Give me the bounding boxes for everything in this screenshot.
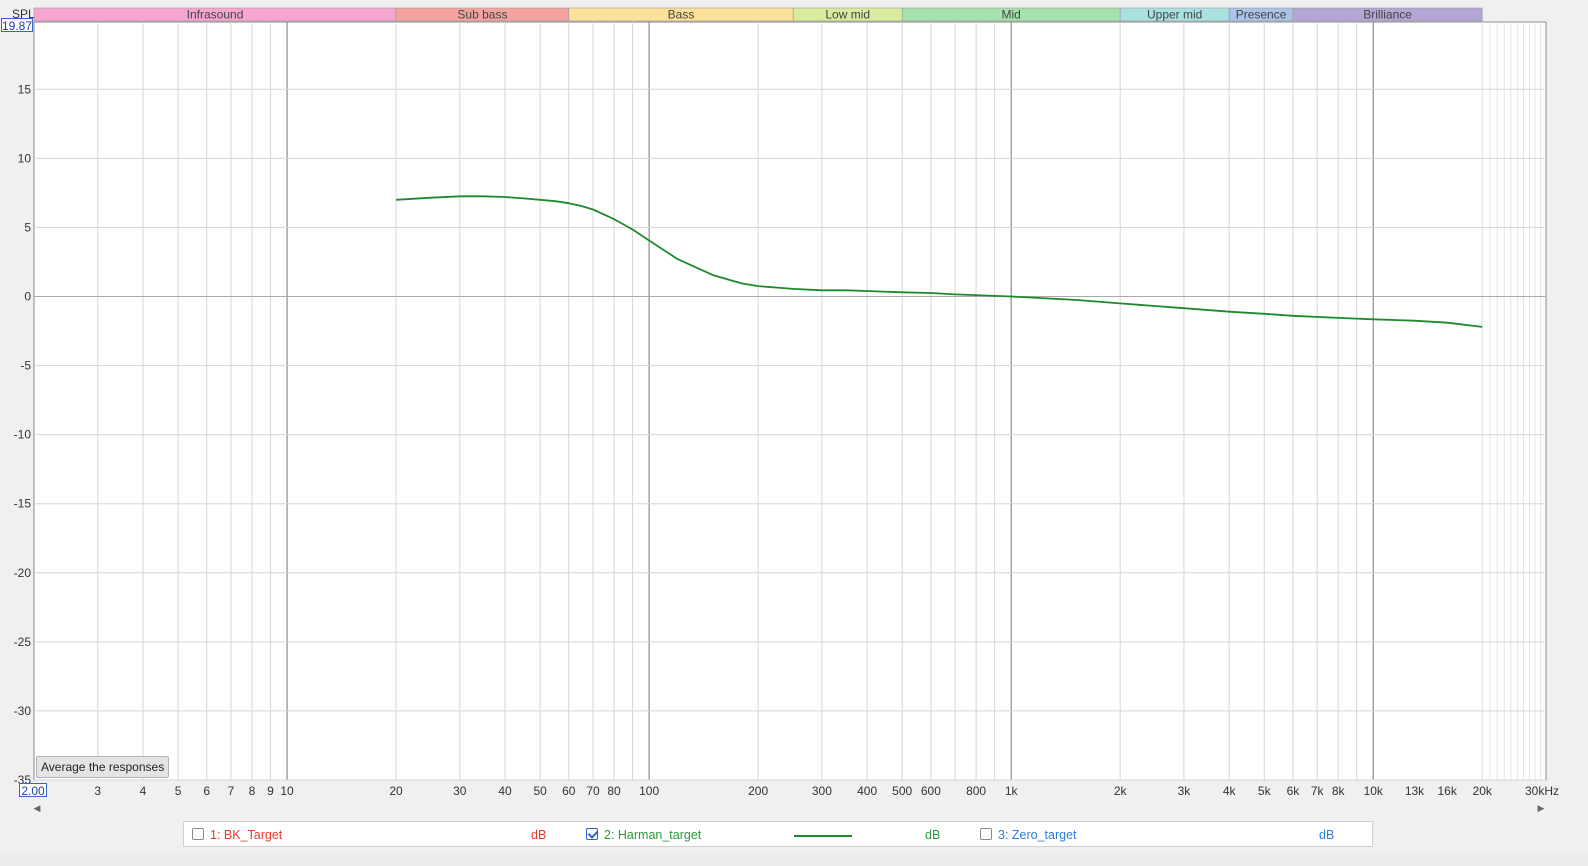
x-tick-label: 60	[562, 784, 576, 798]
x-tick-label: 80	[607, 784, 621, 798]
x-tick-label: 1k	[1005, 784, 1019, 798]
band-label: Bass	[668, 8, 695, 22]
band-presence: Presence	[1228, 8, 1294, 22]
y-tick-label: -5	[20, 359, 31, 373]
x-tick-label: 20	[389, 784, 403, 798]
x-tick-label: 500	[892, 784, 912, 798]
y-tick-label: -10	[14, 428, 32, 442]
band-bass: Bass	[568, 8, 794, 22]
x-tick-label: 30	[453, 784, 467, 798]
x-tick-label: 8k	[1332, 784, 1346, 798]
scroll-left-icon[interactable]: ◀	[30, 801, 44, 815]
band-label: Upper mid	[1147, 8, 1202, 22]
x-tick-label: 600	[921, 784, 941, 798]
x-tick-label: 40	[498, 784, 512, 798]
band-label: Presence	[1236, 8, 1287, 22]
band-sub-bass: Sub bass	[395, 8, 570, 22]
x-tick-label: 6k	[1287, 784, 1301, 798]
x-tick-label: 20k	[1473, 784, 1493, 798]
band-brilliance: Brilliance	[1292, 8, 1483, 22]
x-tick-label: 100	[639, 784, 659, 798]
band-low-mid: Low mid	[792, 8, 903, 22]
harman-target-line-swatch	[794, 835, 852, 837]
legend-item-harman-target: 2: Harman_target dB	[578, 822, 958, 848]
x-tick-label: 8	[249, 784, 256, 798]
legend-item-bk-target: 1: BK_Target dB	[184, 822, 564, 848]
band-label: Sub bass	[457, 8, 507, 22]
x-tick-label: 5k	[1258, 784, 1272, 798]
x-tick-label: 200	[748, 784, 768, 798]
band-label: Infrasound	[187, 8, 244, 22]
x-tick-label: 3	[94, 784, 101, 798]
band-upper-mid: Upper mid	[1119, 8, 1230, 22]
y-tick-label: 5	[24, 220, 31, 234]
y-tick-label: -20	[14, 566, 32, 580]
frequency-band-bar: Infrasound Sub bass Bass Low mid Mid Upper mi…	[33, 8, 1483, 22]
band-label: Mid	[1002, 8, 1021, 22]
x-tick-label: 16k	[1437, 784, 1457, 798]
x-tick-label: 400	[857, 784, 877, 798]
legend: 1: BK_Target dB 2: Harman_target dB 3: Z…	[183, 821, 1373, 847]
horizontal-scrollbar[interactable]: ◀ ▶	[30, 801, 1548, 815]
y-tick-label: 10	[18, 151, 32, 165]
scroll-right-icon[interactable]: ▶	[1534, 801, 1548, 815]
x-tick-label: 300	[812, 784, 832, 798]
x-tick-label: 5	[175, 784, 182, 798]
x-tick-label: 9	[267, 784, 274, 798]
y-tick-label: 0	[24, 289, 31, 303]
band-label: Low mid	[825, 8, 870, 22]
x-tick-label: 4k	[1223, 784, 1237, 798]
y-tick-label: 15	[18, 82, 32, 96]
bk-target-checkbox[interactable]	[192, 828, 204, 840]
plot-background	[33, 21, 1547, 781]
y-max-input[interactable]: 19.87	[1, 18, 33, 33]
band-infrasound: Infrasound	[33, 8, 397, 22]
y-tick-label: -15	[14, 497, 32, 511]
x-tick-label: 3k	[1178, 784, 1192, 798]
x-tick-label: 4	[140, 784, 147, 798]
plot-area[interactable]: Infrasound Sub bass Bass Low mid Mid Upper mi…	[0, 0, 1588, 800]
band-label: Brilliance	[1363, 8, 1412, 22]
x-tick-label: 7k	[1311, 784, 1325, 798]
x-axis: 30kHz 3 4 5 6 7 8 9 10 20 30 40 50 60 70 80 100 200 300 40…	[94, 784, 1559, 798]
x-tick-label: 13k	[1405, 784, 1425, 798]
x-tick-label: 70	[586, 784, 600, 798]
harman-target-checkbox[interactable]	[586, 828, 598, 840]
harman-target-unit: dB	[925, 828, 941, 842]
legend-item-zero-target: 3: Zero_target dB	[972, 822, 1362, 848]
x-tick-label: 2k	[1114, 784, 1128, 798]
harman-target-name: 2: Harman_target	[604, 828, 702, 842]
x-tick-label: 10	[280, 784, 294, 798]
y-tick-label: -30	[14, 704, 32, 718]
x-tick-label: 50	[533, 784, 547, 798]
x-start-input[interactable]: 2.00	[19, 783, 47, 798]
band-mid: Mid	[901, 8, 1121, 22]
zero-target-checkbox[interactable]	[980, 828, 992, 840]
zero-target-name: 3: Zero_target	[998, 828, 1077, 842]
y-tick-label: -25	[14, 635, 32, 649]
status-bar	[0, 852, 1588, 866]
zero-target-unit: dB	[1319, 828, 1335, 842]
x-axis-unit: 30kHz	[1525, 784, 1559, 798]
x-tick-label: 7	[228, 784, 235, 798]
x-tick-label: 6	[203, 784, 210, 798]
x-tick-label: 10k	[1364, 784, 1384, 798]
bk-target-name: 1: BK_Target	[210, 828, 283, 842]
y-axis: SPL 151050-5-10-15-20-25-30-35	[12, 7, 35, 787]
bk-target-unit: dB	[531, 828, 547, 842]
average-responses-button[interactable]: Average the responses	[36, 756, 170, 778]
x-tick-label: 800	[966, 784, 986, 798]
